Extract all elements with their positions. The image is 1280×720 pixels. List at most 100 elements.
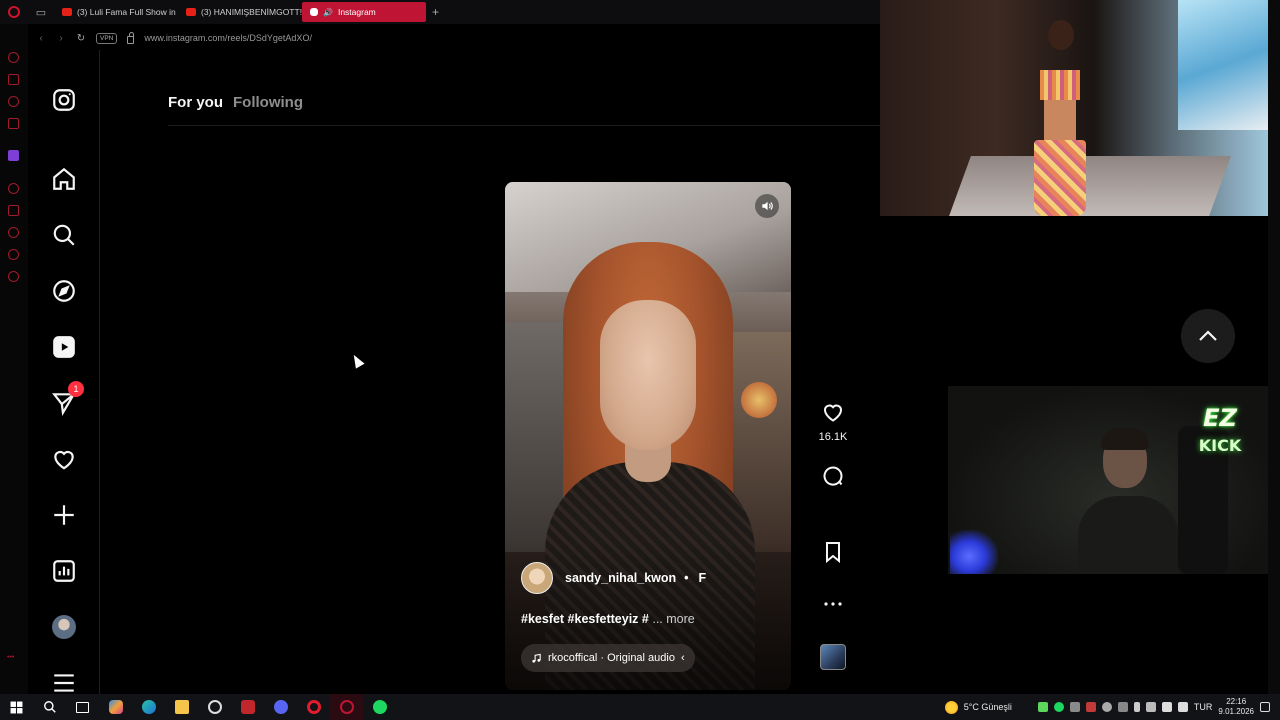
comment-button[interactable] [812, 464, 854, 493]
weather-icon[interactable] [944, 700, 958, 714]
sound-toggle-button[interactable] [755, 194, 779, 218]
clock-date: 9.01.2026 [1218, 707, 1254, 716]
clock-time: 22:16 [1226, 697, 1247, 706]
save-button[interactable] [812, 540, 854, 569]
more-menu-icon[interactable] [50, 669, 78, 697]
tab-instagram[interactable]: 🔊 Instagram [302, 2, 426, 22]
caption-more-link[interactable]: ... more [652, 612, 694, 626]
new-tab-button[interactable]: + [426, 5, 445, 19]
task-view-icon[interactable] [66, 694, 99, 720]
tab-label: (3) Luli Fama Full Show in [77, 7, 176, 17]
sidebar-app-icon[interactable] [8, 227, 19, 238]
network-icon[interactable] [1161, 702, 1172, 712]
speaker-icon: 🔊 [323, 7, 333, 17]
sidebar-more-icon[interactable]: ••• [7, 654, 14, 661]
messages-icon[interactable]: 1 [50, 381, 84, 417]
tab-label: Instagram [337, 7, 376, 17]
sidebar-app-icon[interactable] [8, 52, 19, 63]
heart-icon [823, 404, 843, 422]
tray-icon[interactable] [1117, 702, 1128, 712]
separator: • [684, 571, 689, 585]
tab-youtube-1[interactable]: (3) Luli Fama Full Show in [54, 2, 178, 22]
page-scrollbar[interactable] [1268, 0, 1280, 694]
back-icon[interactable]: ‹ [36, 33, 46, 44]
reload-icon[interactable]: ↻ [76, 33, 86, 44]
discord-icon[interactable] [264, 694, 297, 720]
opera-icon[interactable] [297, 694, 330, 720]
reel-author[interactable]: sandy_nihal_kwon • F [521, 562, 706, 594]
language-indicator[interactable]: TUR [1194, 702, 1213, 712]
start-button[interactable] [0, 694, 33, 720]
feed-tabs: For you Following [168, 94, 303, 111]
reels-icon[interactable] [50, 333, 78, 361]
tray-icon[interactable] [1085, 702, 1096, 712]
clock[interactable]: 22:16 9.01.2026 [1218, 697, 1254, 717]
app-icon[interactable] [198, 694, 231, 720]
opera-menu-icon[interactable] [0, 0, 28, 24]
home-icon[interactable] [50, 165, 78, 193]
bookmark-icon [826, 542, 840, 564]
lock-icon[interactable] [127, 31, 135, 44]
tray-icon[interactable] [1069, 702, 1080, 712]
twitch-icon[interactable] [8, 150, 19, 161]
settings-icon[interactable] [8, 271, 19, 282]
microphone-icon[interactable] [1133, 702, 1140, 712]
scroll-up-button[interactable] [1181, 309, 1235, 363]
dashboard-icon[interactable] [50, 557, 78, 585]
volume-icon [762, 201, 773, 211]
sidebar-app-icon[interactable] [8, 183, 19, 194]
system-tray: 5°C Güneşli TUR 22:16 9.01.2026 [944, 694, 1280, 720]
overlay-background [1178, 0, 1268, 130]
opera-gx-icon[interactable] [330, 694, 363, 720]
weather-text[interactable]: 5°C Güneşli [964, 702, 1012, 712]
windows-taskbar: 5°C Güneşli TUR 22:16 9.01.2026 [0, 694, 1280, 720]
sidebar-app-icon[interactable] [8, 205, 19, 216]
file-explorer-icon[interactable] [165, 694, 198, 720]
music-note-icon [532, 653, 541, 663]
fashion-video-overlay [880, 0, 1268, 216]
instagram-logo-icon[interactable] [50, 86, 78, 114]
audio-thumbnail-button[interactable] [812, 644, 854, 670]
search-icon[interactable] [33, 694, 66, 720]
sidebar-app-icon[interactable] [8, 249, 19, 260]
copilot-icon[interactable] [99, 694, 132, 720]
youtube-favicon-icon [62, 8, 72, 16]
more-options-button[interactable] [812, 592, 854, 621]
sidebar-app-icon[interactable] [8, 118, 19, 129]
video-person [600, 300, 696, 450]
follow-button[interactable]: F [699, 571, 707, 585]
tray-icon[interactable] [1053, 702, 1064, 712]
logo-text: KICK [1198, 436, 1242, 455]
author-avatar[interactable] [521, 562, 553, 594]
author-username[interactable]: sandy_nihal_kwon [565, 571, 676, 585]
forward-icon[interactable]: › [56, 33, 66, 44]
explore-icon[interactable] [50, 277, 78, 305]
notifications-icon[interactable] [50, 445, 78, 473]
sidebar-app-icon[interactable] [8, 96, 19, 107]
edge-icon[interactable] [132, 694, 165, 720]
url-field[interactable]: www.instagram.com/reels/DSdYgetAdXO/ [144, 33, 312, 43]
tab-for-you[interactable]: For you [168, 94, 223, 111]
tray-icon[interactable] [1037, 702, 1048, 712]
tray-icon[interactable] [1101, 702, 1112, 712]
search-icon[interactable] [50, 221, 78, 249]
tab-overview-icon[interactable]: ▭ [28, 0, 54, 24]
logo-text: EZ [1203, 404, 1237, 432]
app-icon[interactable] [231, 694, 264, 720]
tray-icon[interactable] [1145, 702, 1156, 712]
reel-video[interactable]: sandy_nihal_kwon • F #kesfet #kesfetteyi… [505, 182, 791, 690]
reel-caption: #kesfet #kesfetteyiz # ... more [521, 612, 695, 626]
vpn-badge[interactable]: VPN [96, 32, 118, 44]
tab-youtube-2[interactable]: (3) HANIMIŞBENİMGOTT! [178, 2, 302, 22]
like-button[interactable]: 16.1K [812, 400, 854, 443]
spotify-icon[interactable] [363, 694, 396, 720]
notification-icon[interactable] [1260, 702, 1270, 712]
create-icon[interactable] [50, 501, 78, 529]
sidebar-app-icon[interactable] [8, 74, 19, 85]
volume-icon[interactable] [1177, 702, 1188, 712]
chevron-up-icon [1199, 330, 1217, 341]
profile-avatar[interactable] [50, 613, 78, 641]
tab-following[interactable]: Following [233, 94, 303, 111]
reel-audio-pill[interactable]: rkocoffical · Original audio ‹ [521, 644, 695, 672]
more-horizontal-icon [824, 602, 842, 606]
